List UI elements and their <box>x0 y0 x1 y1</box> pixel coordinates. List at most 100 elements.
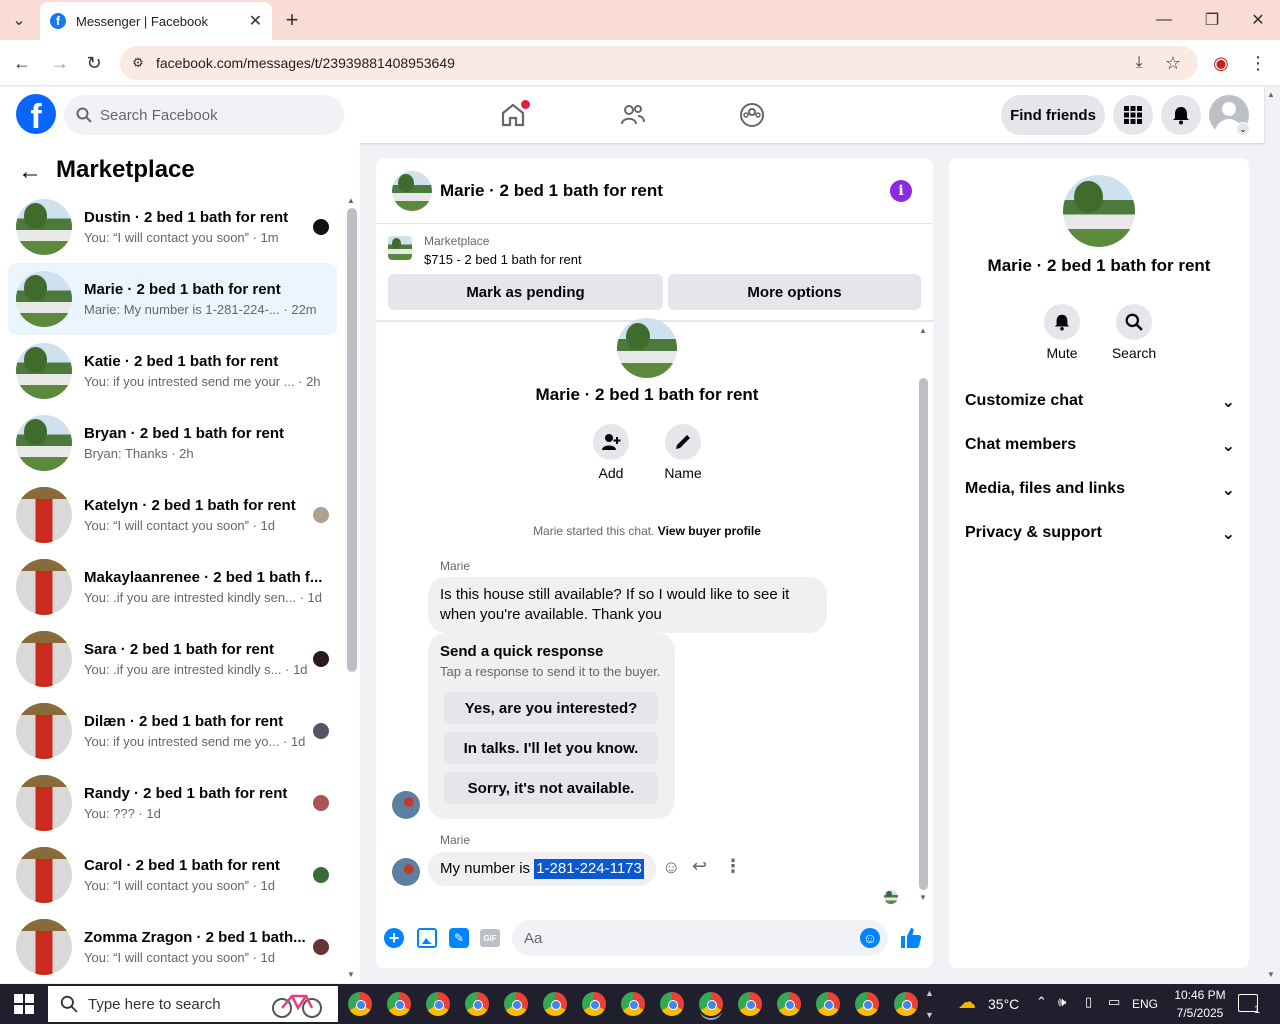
gif-icon[interactable]: GIF <box>480 929 500 947</box>
taskbar-scroll-down-icon[interactable]: ▼ <box>925 1010 934 1020</box>
find-friends-button[interactable]: Find friends <box>1001 95 1105 135</box>
quick-response-option[interactable]: Yes, are you interested? <box>444 692 658 724</box>
windows-start-icon[interactable] <box>14 994 34 1014</box>
edit-name-pencil-icon[interactable] <box>665 424 701 460</box>
chrome-taskbar-icon[interactable] <box>580 990 608 1018</box>
privacy-support-section[interactable]: Privacy & support ⌄ <box>965 524 1235 544</box>
chat-title[interactable]: Marie · 2 bed 1 bath for rent <box>440 181 663 201</box>
minimize-icon[interactable]: — <box>1152 8 1176 32</box>
more-options-button[interactable]: More options <box>668 274 921 310</box>
reload-icon[interactable]: ↻ <box>82 52 106 74</box>
chrome-taskbar-icon[interactable] <box>619 990 647 1018</box>
url-bar[interactable]: facebook.com/messages/t/2393988140895364… <box>120 46 1198 80</box>
taskbar-scroll-up-icon[interactable]: ▲ <box>925 988 934 998</box>
sticker-icon[interactable]: ✎ <box>449 928 469 948</box>
info-icon[interactable]: i <box>890 180 912 202</box>
conversation-item[interactable]: Dustin · 2 bed 1 bath for rent You: “I wi… <box>8 191 337 263</box>
conversation-item[interactable]: Randy · 2 bed 1 bath for rent You: ??? · … <box>8 767 337 839</box>
language-indicator[interactable]: ENG <box>1132 997 1158 1011</box>
chrome-taskbar-icon[interactable] <box>853 990 881 1018</box>
volume-icon[interactable]: 🕪 <box>1058 994 1066 1010</box>
conversation-item[interactable]: Katie · 2 bed 1 bath for rent You: if you… <box>8 335 337 407</box>
mark-as-pending-button[interactable]: Mark as pending <box>388 274 663 310</box>
view-buyer-profile-link[interactable]: View buyer profile <box>658 524 761 538</box>
details-avatar[interactable] <box>1063 175 1135 247</box>
conversation-item[interactable]: Dilæn · 2 bed 1 bath for rent You: if you… <box>8 695 337 767</box>
conversation-item[interactable]: Bryan · 2 bed 1 bath for rent Bryan: Than… <box>8 407 337 479</box>
reply-icon[interactable]: ↩ <box>692 856 707 877</box>
scroll-up-icon[interactable]: ▲ <box>347 196 355 205</box>
chrome-taskbar-icon[interactable] <box>424 990 452 1018</box>
customize-chat-section[interactable]: Customize chat ⌄ <box>965 392 1235 412</box>
conversation-item[interactable]: Carol · 2 bed 1 bath for rent You: “I wil… <box>8 839 337 911</box>
emoji-picker-icon[interactable]: ☺ <box>860 928 880 948</box>
page-scroll-up-icon[interactable]: ▲ <box>1267 90 1275 99</box>
chrome-taskbar-icon[interactable] <box>775 990 803 1018</box>
network-icon[interactable]: ▭ <box>1108 994 1120 1010</box>
profile-avatar[interactable] <box>617 318 677 378</box>
chat-header-avatar[interactable] <box>392 170 432 211</box>
site-info-icon[interactable]: ⚙ <box>128 53 148 73</box>
close-tab-icon[interactable]: ✕ <box>249 11 262 31</box>
chrome-taskbar-icon[interactable] <box>658 990 686 1018</box>
close-window-icon[interactable]: ✕ <box>1246 8 1270 32</box>
quick-response-option[interactable]: In talks. I'll let you know. <box>444 732 658 764</box>
chat-members-section[interactable]: Chat members ⌄ <box>965 436 1235 456</box>
search-in-chat-icon[interactable] <box>1116 304 1152 340</box>
clock-date[interactable]: 7/5/2025 <box>1170 1006 1230 1020</box>
chrome-taskbar-icon[interactable] <box>463 990 491 1018</box>
notifications-bell-icon[interactable] <box>1161 95 1201 135</box>
quick-response-option[interactable]: Sorry, it's not available. <box>444 772 658 804</box>
facebook-logo-icon[interactable]: f <box>16 94 56 134</box>
listing-title[interactable]: $715 - 2 bed 1 bath for rent <box>424 252 582 267</box>
forward-icon[interactable]: → <box>48 52 72 74</box>
chrome-taskbar-icon[interactable] <box>502 990 530 1018</box>
add-person-icon[interactable] <box>593 424 629 460</box>
more-actions-icon[interactable]: ⋮ <box>724 856 742 877</box>
react-emoji-icon[interactable]: ☺ <box>662 857 680 878</box>
media-files-links-section[interactable]: Media, files and links ⌄ <box>965 480 1235 500</box>
scroll-down-icon[interactable]: ▼ <box>347 970 355 979</box>
sender-avatar[interactable] <box>392 791 420 819</box>
sender-avatar[interactable] <box>392 858 420 886</box>
chrome-taskbar-icon[interactable] <box>736 990 764 1018</box>
groups-nav-icon[interactable] <box>732 95 772 135</box>
tab-search-icon[interactable]: ⌄ <box>8 10 30 30</box>
menu-grid-icon[interactable] <box>1113 95 1153 135</box>
conversation-item[interactable]: Marie · 2 bed 1 bath for rent Marie: My n… <box>8 263 337 335</box>
chrome-taskbar-icon[interactable] <box>346 990 374 1018</box>
like-thumbs-up-icon[interactable] <box>899 926 923 950</box>
chrome-taskbar-icon[interactable] <box>385 990 413 1018</box>
chrome-taskbar-icon[interactable] <box>697 990 725 1018</box>
clock-time[interactable]: 10:46 PM <box>1172 988 1228 1002</box>
profile-icon[interactable]: ◉ <box>1210 52 1232 74</box>
chrome-taskbar-icon[interactable] <box>892 990 920 1018</box>
facebook-search-input[interactable]: Search Facebook <box>64 95 344 135</box>
browser-tab[interactable]: f Messenger | Facebook ✕ <box>40 2 272 40</box>
temperature[interactable]: 35°C <box>988 996 1019 1012</box>
back-icon[interactable]: ← <box>10 52 34 74</box>
chrome-menu-icon[interactable]: ⋮ <box>1248 52 1268 74</box>
message-bubble[interactable]: Is this house still available? If so I w… <box>428 577 827 633</box>
back-arrow-icon[interactable]: ← <box>18 158 46 186</box>
page-scroll-down-icon[interactable]: ▼ <box>1267 970 1275 979</box>
chrome-taskbar-icon[interactable] <box>814 990 842 1018</box>
bookmark-star-icon[interactable]: ☆ <box>1162 52 1184 74</box>
conversation-item[interactable]: Makaylaanrenee · 2 bed 1 bath f... You: .… <box>8 551 337 623</box>
conversation-item[interactable]: Zomma Zragon · 2 bed 1 bath... You: “I wi… <box>8 911 337 983</box>
tray-expand-icon[interactable]: ⌃ <box>1036 994 1047 1010</box>
new-tab-icon[interactable]: + <box>282 7 302 32</box>
chat-scrollbar[interactable] <box>919 378 928 890</box>
photo-gallery-icon[interactable] <box>417 928 437 948</box>
chat-scroll-down-icon[interactable]: ▼ <box>919 893 927 902</box>
battery-icon[interactable]: ▯ <box>1085 994 1092 1010</box>
restore-icon[interactable]: ❐ <box>1200 8 1224 32</box>
conversation-item[interactable]: Sara · 2 bed 1 bath for rent You: .if you… <box>8 623 337 695</box>
message-bubble[interactable]: My number is 1-281-224-1173 <box>428 852 656 886</box>
conversation-item[interactable]: Katelyn · 2 bed 1 bath for rent You: “I w… <box>8 479 337 551</box>
add-attachment-icon[interactable]: + <box>384 928 404 948</box>
account-chevron-icon[interactable]: ⌄ <box>1236 122 1250 136</box>
weather-icon[interactable]: ☁ <box>958 992 982 1012</box>
mute-bell-icon[interactable] <box>1044 304 1080 340</box>
friends-nav-icon[interactable] <box>613 95 653 135</box>
